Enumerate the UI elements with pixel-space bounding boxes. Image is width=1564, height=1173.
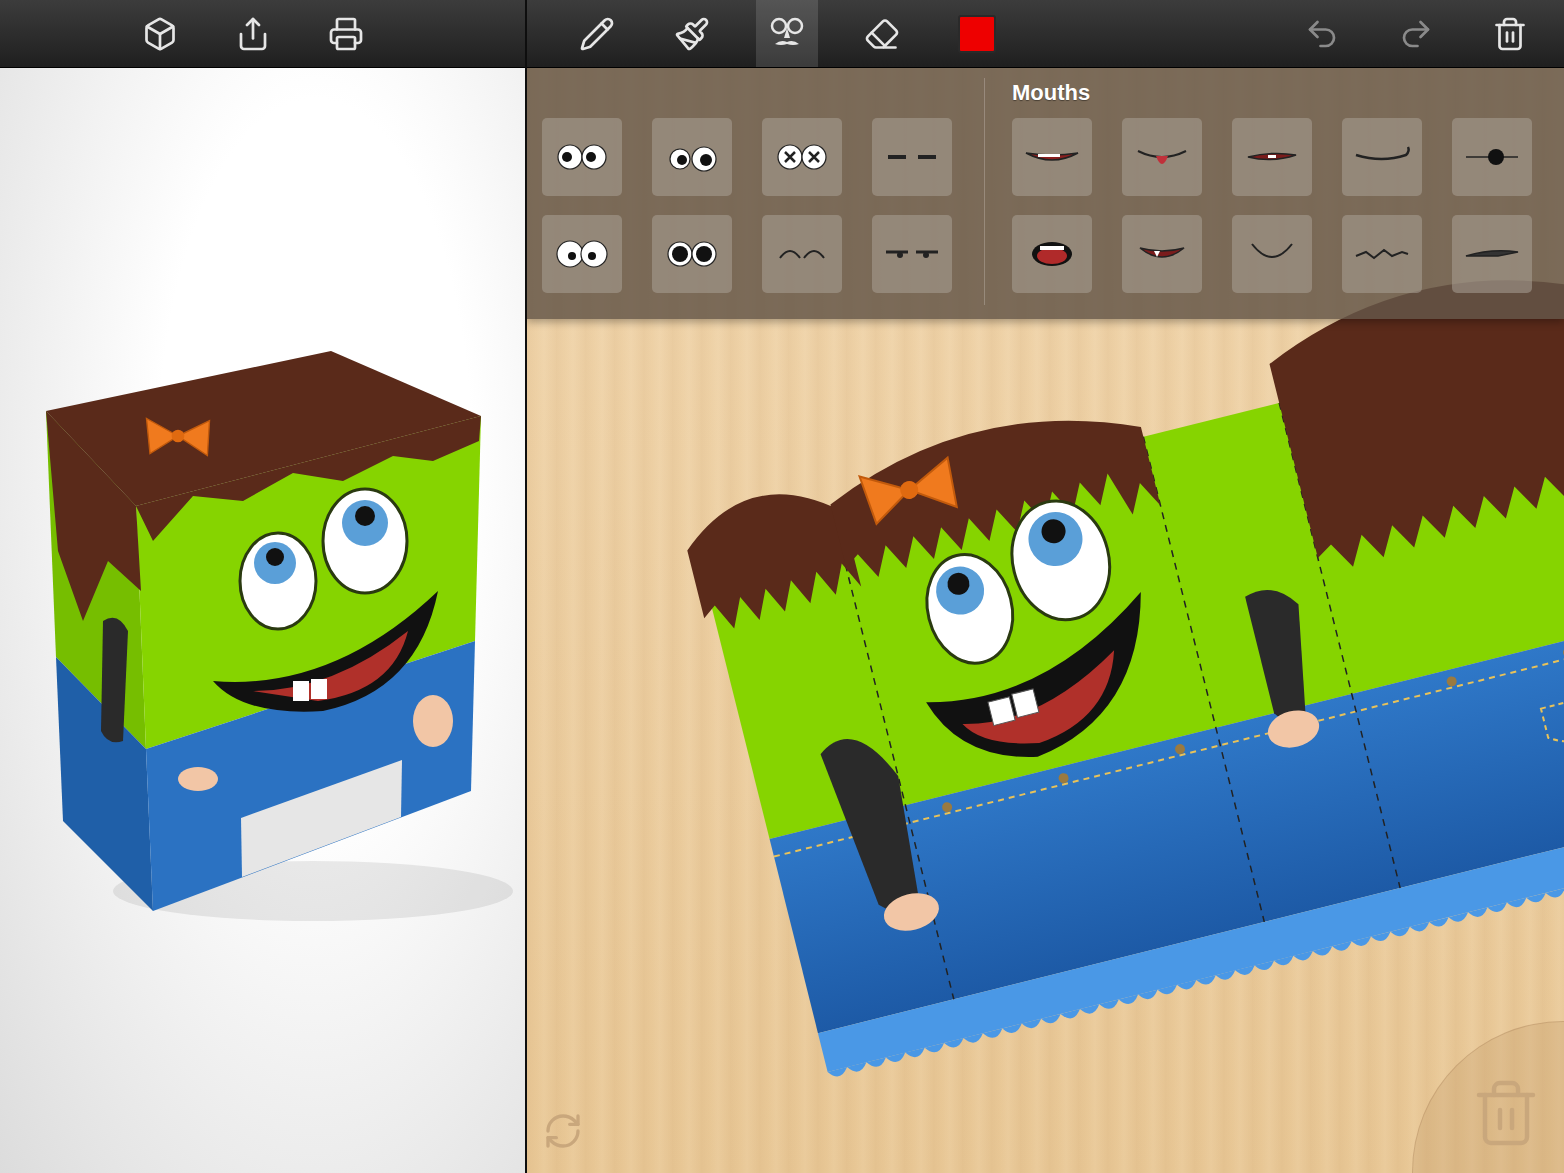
pencil-icon bbox=[579, 16, 615, 52]
editor-toolbar bbox=[527, 0, 1564, 68]
color-swatch bbox=[958, 15, 996, 53]
mouth-tile[interactable] bbox=[1232, 215, 1312, 293]
eyes-tile[interactable] bbox=[652, 215, 732, 293]
preview-toolbar bbox=[0, 0, 525, 68]
app: Mouths bbox=[0, 0, 1564, 1173]
mouth-tile[interactable] bbox=[1122, 118, 1202, 196]
preview-stage bbox=[0, 68, 525, 1173]
mouth-tile[interactable] bbox=[1452, 118, 1532, 196]
brush-icon bbox=[674, 16, 710, 52]
mouths-section: Mouths bbox=[1012, 78, 1532, 319]
mouth-tile[interactable] bbox=[1342, 215, 1422, 293]
redo-button[interactable] bbox=[1385, 0, 1447, 67]
mouth-icon bbox=[1020, 234, 1084, 274]
undo-icon bbox=[1304, 16, 1340, 52]
eyes-icon bbox=[880, 234, 944, 274]
bow-icon bbox=[860, 455, 960, 528]
mouth-tile[interactable] bbox=[1012, 215, 1092, 293]
clear-button[interactable] bbox=[1479, 0, 1541, 67]
mouth-icon bbox=[1240, 137, 1304, 177]
mouth-icon bbox=[1350, 234, 1414, 274]
rotate-icon bbox=[543, 1111, 583, 1151]
eyes-icon bbox=[770, 234, 834, 274]
eyes-tile[interactable] bbox=[652, 118, 732, 196]
eyes-icon bbox=[770, 137, 834, 177]
preview-pane bbox=[0, 0, 527, 1173]
glasses-mustache-icon bbox=[767, 14, 807, 54]
mouth-tile[interactable] bbox=[1232, 118, 1312, 196]
eyes-icon bbox=[660, 234, 724, 274]
clear-icon bbox=[1492, 16, 1528, 52]
mouth-icon bbox=[1240, 234, 1304, 274]
color-button[interactable] bbox=[946, 0, 1008, 67]
mouth-icon bbox=[1350, 137, 1414, 177]
bow-icon bbox=[146, 418, 209, 455]
eyes-icon bbox=[660, 137, 724, 177]
mouth-icon bbox=[1130, 137, 1194, 177]
brush-tool[interactable] bbox=[661, 0, 723, 67]
mouth-icon bbox=[1460, 137, 1524, 177]
eyes-icon bbox=[550, 137, 614, 177]
print-button[interactable] bbox=[315, 0, 377, 67]
eyes-tile[interactable] bbox=[872, 118, 952, 196]
trash-button[interactable] bbox=[1470, 1077, 1542, 1153]
mouth-icon bbox=[1020, 137, 1084, 177]
eyes-tile[interactable] bbox=[762, 215, 842, 293]
section-divider bbox=[984, 78, 985, 305]
eraser-icon bbox=[864, 16, 900, 52]
share-icon bbox=[235, 16, 271, 52]
mouth-tile[interactable] bbox=[1122, 215, 1202, 293]
eyes-label bbox=[542, 78, 952, 118]
canvas[interactable]: Mouths bbox=[527, 68, 1564, 1173]
view-3d-icon bbox=[142, 16, 178, 52]
eyes-icon bbox=[880, 137, 944, 177]
mouths-label: Mouths bbox=[1012, 78, 1532, 118]
mouth-tile[interactable] bbox=[1342, 118, 1422, 196]
mouth-tile[interactable] bbox=[1452, 215, 1532, 293]
mouth-icon bbox=[1460, 234, 1524, 274]
eyes-tile[interactable] bbox=[872, 215, 952, 293]
print-icon bbox=[328, 16, 364, 52]
stickers-tool[interactable] bbox=[756, 0, 818, 67]
trash-icon bbox=[1470, 1077, 1542, 1149]
eyes-tile[interactable] bbox=[542, 215, 622, 293]
pencil-tool[interactable] bbox=[566, 0, 628, 67]
share-button[interactable] bbox=[222, 0, 284, 67]
undo-button[interactable] bbox=[1291, 0, 1353, 67]
eraser-tool[interactable] bbox=[851, 0, 913, 67]
eyes-icon bbox=[550, 234, 614, 274]
eyes-tile[interactable] bbox=[762, 118, 842, 196]
mouth-icon bbox=[1130, 234, 1194, 274]
mouth-tile[interactable] bbox=[1012, 118, 1092, 196]
sticker-picker: Mouths bbox=[527, 68, 1564, 319]
eyes-section bbox=[542, 78, 952, 319]
rotate-button[interactable] bbox=[543, 1111, 583, 1155]
redo-icon bbox=[1398, 16, 1434, 52]
editor-pane: Mouths bbox=[527, 0, 1564, 1173]
eyes-tile[interactable] bbox=[542, 118, 622, 196]
view-3d-button[interactable] bbox=[129, 0, 191, 67]
paper-toy-3d-preview[interactable] bbox=[13, 291, 513, 951]
